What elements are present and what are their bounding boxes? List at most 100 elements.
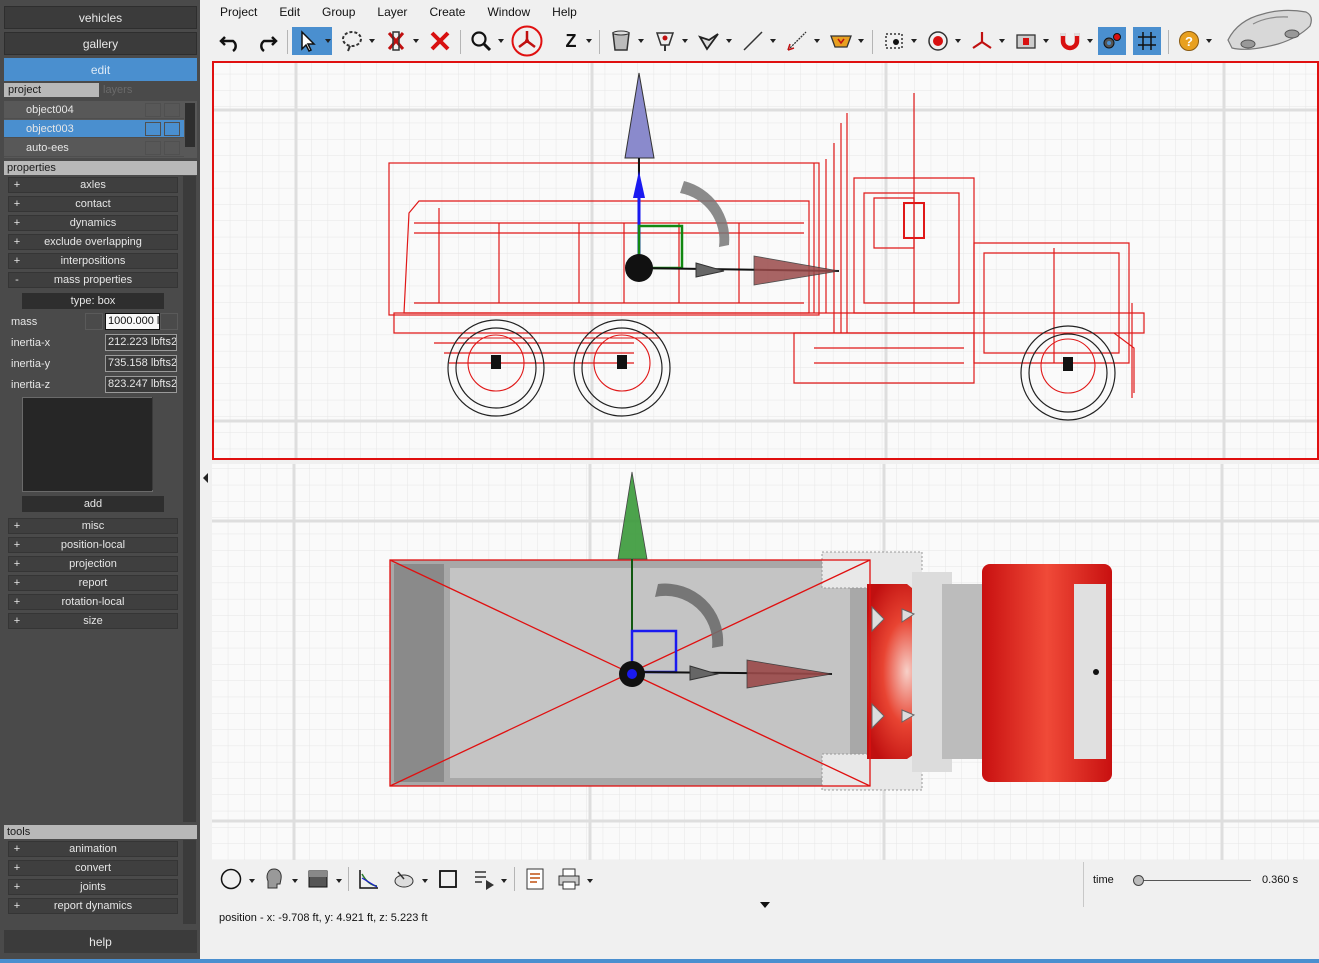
gears-icon[interactable] bbox=[1098, 27, 1126, 55]
help-button[interactable]: help bbox=[4, 930, 197, 953]
time-slider-track[interactable] bbox=[1133, 880, 1251, 881]
undo-icon[interactable] bbox=[217, 27, 245, 55]
chevron-down-icon[interactable] bbox=[999, 39, 1005, 43]
camera-target-icon[interactable] bbox=[880, 27, 908, 55]
chevron-down-icon[interactable] bbox=[726, 39, 732, 43]
mass-unit-dropdown[interactable] bbox=[160, 313, 178, 330]
visibility-toggle[interactable] bbox=[145, 103, 161, 117]
property-group-mass-properties[interactable]: - mass properties bbox=[8, 272, 178, 288]
tool-animation[interactable]: + animation bbox=[8, 841, 178, 857]
property-group-projection[interactable]: + projection bbox=[8, 556, 178, 572]
menu-layer[interactable]: Layer bbox=[369, 3, 415, 21]
expand-timeline-icon[interactable] bbox=[760, 902, 770, 908]
axes-icon[interactable] bbox=[968, 27, 996, 55]
chevron-down-icon[interactable] bbox=[1206, 39, 1212, 43]
type-selector[interactable]: type: box bbox=[22, 293, 164, 309]
chevron-down-icon[interactable] bbox=[858, 39, 864, 43]
sphere-icon[interactable] bbox=[217, 865, 245, 893]
record-icon[interactable] bbox=[924, 27, 952, 55]
property-group-report[interactable]: + report bbox=[8, 575, 178, 591]
time-slider-handle[interactable] bbox=[1133, 875, 1144, 886]
tab-layers[interactable]: layers bbox=[99, 83, 136, 97]
list-item[interactable]: object004 bbox=[4, 101, 184, 119]
property-group-rotation-local[interactable]: + rotation-local bbox=[8, 594, 178, 610]
side-view-canvas[interactable] bbox=[214, 63, 1317, 458]
tag-icon[interactable] bbox=[827, 27, 855, 55]
magnet-icon[interactable] bbox=[1056, 27, 1084, 55]
gallery-button[interactable]: gallery bbox=[4, 32, 197, 55]
chevron-down-icon[interactable] bbox=[814, 39, 820, 43]
property-group-axles[interactable]: + axles bbox=[8, 177, 178, 193]
lock-toggle[interactable] bbox=[164, 122, 180, 136]
vehicles-button[interactable]: vehicles bbox=[4, 6, 197, 29]
chevron-down-icon[interactable] bbox=[1043, 39, 1049, 43]
property-group-misc[interactable]: + misc bbox=[8, 518, 178, 534]
tool-report-dynamics[interactable]: + report dynamics bbox=[8, 898, 178, 914]
property-group-size[interactable]: + size bbox=[8, 613, 178, 629]
chevron-down-icon[interactable] bbox=[413, 39, 419, 43]
graph-icon[interactable] bbox=[355, 865, 383, 893]
tool-convert[interactable]: + convert bbox=[8, 860, 178, 876]
chevron-down-icon[interactable] bbox=[955, 39, 961, 43]
grid-icon[interactable] bbox=[1133, 27, 1161, 55]
mass-input[interactable]: 1000.000 l bbox=[105, 313, 160, 330]
visibility-toggle[interactable] bbox=[145, 141, 161, 155]
cut-icon[interactable] bbox=[382, 27, 410, 55]
mass-unit-left[interactable] bbox=[85, 313, 103, 330]
property-group-exclude-overlapping[interactable]: + exclude overlapping bbox=[8, 234, 178, 250]
add-button[interactable]: add bbox=[22, 496, 164, 512]
chevron-down-icon[interactable] bbox=[498, 39, 504, 43]
list-item[interactable]: object003 bbox=[4, 120, 184, 138]
top-view-canvas[interactable] bbox=[212, 464, 1319, 860]
inertia-z-input[interactable]: 823.247 lbfts2 bbox=[105, 376, 177, 393]
chevron-down-icon[interactable] bbox=[369, 39, 375, 43]
zoom-icon[interactable] bbox=[467, 27, 495, 55]
z-axis-icon[interactable]: Z bbox=[557, 27, 585, 55]
lock-toggle[interactable] bbox=[164, 103, 180, 117]
snapshot-icon[interactable] bbox=[1012, 27, 1040, 55]
redo-icon[interactable] bbox=[252, 27, 280, 55]
head-icon[interactable] bbox=[260, 865, 288, 893]
tool-joints[interactable]: + joints bbox=[8, 879, 178, 895]
side-viewport[interactable] bbox=[212, 61, 1319, 460]
axis-gizmo-icon[interactable] bbox=[511, 25, 543, 57]
bucket-icon[interactable] bbox=[607, 27, 635, 55]
help-icon[interactable]: ? bbox=[1175, 27, 1203, 55]
menu-help[interactable]: Help bbox=[544, 3, 585, 21]
measure-icon[interactable] bbox=[783, 27, 811, 55]
chevron-down-icon[interactable] bbox=[249, 879, 255, 883]
object-list-scrollbar[interactable] bbox=[185, 103, 195, 147]
chevron-down-icon[interactable] bbox=[638, 39, 644, 43]
properties-scrollbar[interactable] bbox=[183, 176, 196, 822]
lock-toggle[interactable] bbox=[164, 141, 180, 155]
chevron-down-icon[interactable] bbox=[911, 39, 917, 43]
property-group-contact[interactable]: + contact bbox=[8, 196, 178, 212]
chevron-down-icon[interactable] bbox=[292, 879, 298, 883]
tools-scrollbar[interactable] bbox=[183, 840, 196, 924]
property-group-interpositions[interactable]: + interpositions bbox=[8, 253, 178, 269]
inertia-x-input[interactable]: 212.223 lbfts2 bbox=[105, 334, 177, 351]
delete-icon[interactable] bbox=[426, 27, 454, 55]
menu-group[interactable]: Group bbox=[314, 3, 363, 21]
print-icon[interactable] bbox=[555, 865, 583, 893]
document-icon[interactable] bbox=[521, 865, 549, 893]
chevron-down-icon[interactable] bbox=[422, 879, 428, 883]
chevron-down-icon[interactable] bbox=[587, 879, 593, 883]
pin-icon[interactable] bbox=[651, 27, 679, 55]
property-group-position-local[interactable]: + position-local bbox=[8, 537, 178, 553]
property-group-dynamics[interactable]: + dynamics bbox=[8, 215, 178, 231]
chevron-down-icon[interactable] bbox=[1087, 39, 1093, 43]
plane-icon[interactable] bbox=[695, 27, 723, 55]
chevron-down-icon[interactable] bbox=[325, 39, 331, 43]
line-icon[interactable] bbox=[739, 27, 767, 55]
lasso-icon[interactable] bbox=[338, 27, 366, 55]
tab-project[interactable]: project bbox=[4, 83, 99, 97]
visibility-toggle[interactable] bbox=[145, 122, 161, 136]
chevron-down-icon[interactable] bbox=[682, 39, 688, 43]
list-item[interactable]: auto-ees bbox=[4, 139, 184, 157]
shading-icon[interactable] bbox=[304, 865, 332, 893]
steering-icon[interactable] bbox=[390, 865, 418, 893]
menu-window[interactable]: Window bbox=[479, 3, 538, 21]
top-viewport[interactable] bbox=[212, 464, 1319, 860]
preview-scrollbar[interactable] bbox=[152, 397, 165, 490]
